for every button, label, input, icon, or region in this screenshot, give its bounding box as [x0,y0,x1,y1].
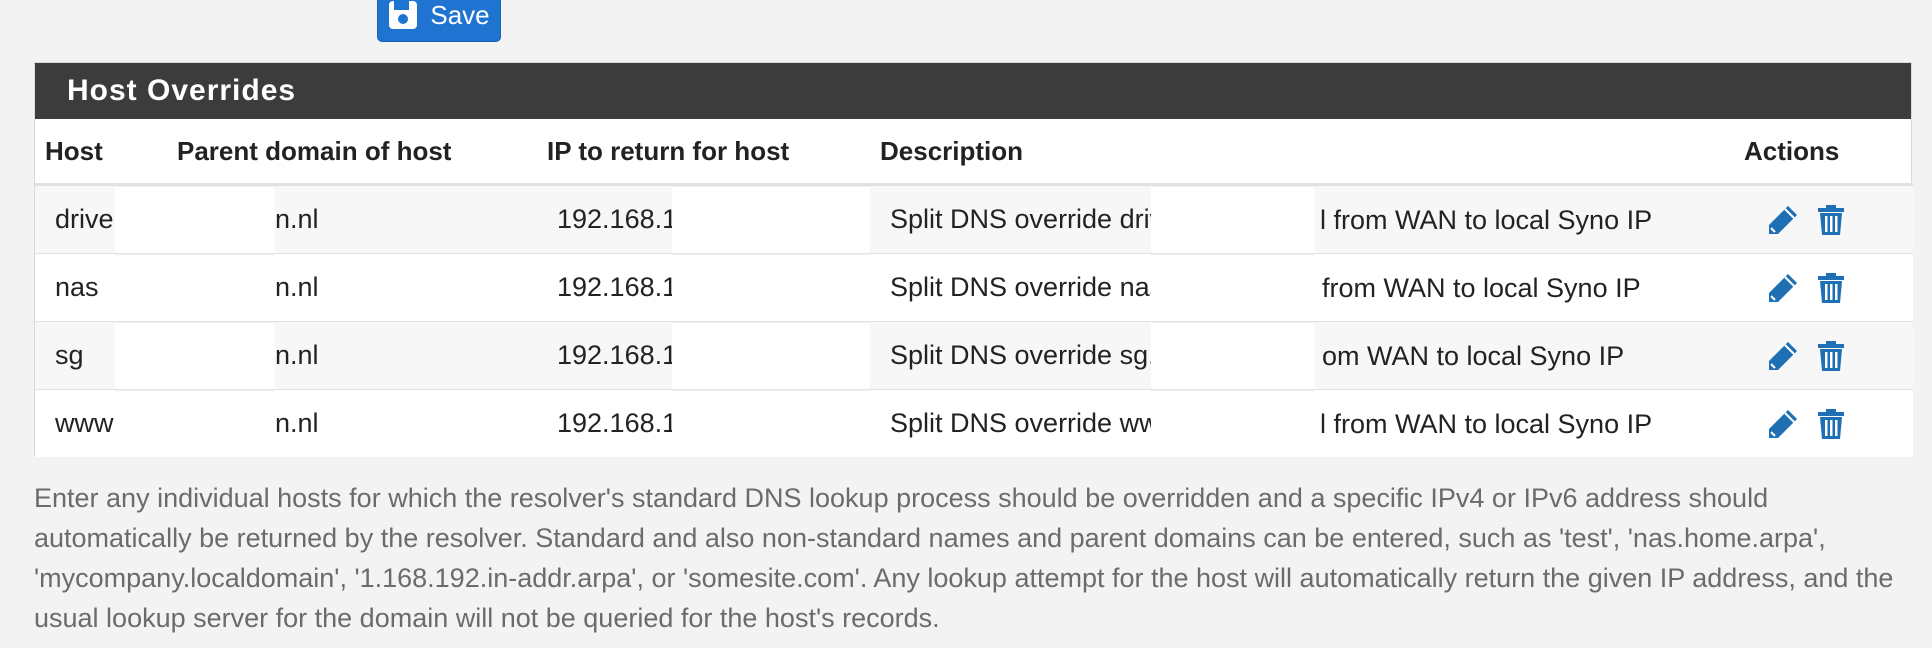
description-start: Split DNS override driv [890,204,1164,234]
table-row: nas n.nl 192.168.1 Split DNS override na… [35,253,1913,322]
column-header-domain: Parent domain of host [167,119,537,186]
actions-cell [1744,184,1913,254]
redaction-box [1151,254,1315,321]
description-start: Split DNS override sg. [890,340,1156,370]
redaction-box [167,390,275,457]
table-row: sg n.nl 192.168.1 Split DNS override sg.… [35,321,1913,390]
help-text: Enter any individual hosts for which the… [34,483,1894,633]
pencil-icon[interactable] [1766,407,1800,441]
ip-cell: 192.168.1 [537,184,870,254]
description-start: Split DNS override nas [890,272,1164,302]
host-value: drive [55,204,114,234]
host-value: www [55,408,114,438]
save-button-label: Save [430,0,490,30]
description-cell: Split DNS override ww l from WAN to loca… [870,389,1744,457]
redaction-box [167,254,275,321]
trash-icon[interactable] [1814,271,1848,305]
host-overrides-panel: Host Overrides Host Parent domain of hos… [34,62,1913,457]
ip-cell: 192.168.1 [537,321,870,390]
actions-cell [1744,253,1913,322]
redaction-box [672,390,870,457]
description-cell: Split DNS override driv l from WAN to lo… [870,184,1744,254]
host-value: nas [55,272,99,302]
description-cell: Split DNS override sg. om WAN to local S… [870,321,1744,390]
host-cell: drive [35,184,167,254]
domain-cell: n.nl [167,184,537,254]
redaction-box [115,186,167,253]
redaction-box [672,186,870,253]
pencil-icon[interactable] [1766,271,1800,305]
redaction-box [167,322,275,389]
description-end: om WAN to local Syno IP [1322,341,1625,371]
table-header-row: Host Parent domain of host IP to return … [35,119,1913,186]
trash-icon[interactable] [1814,407,1848,441]
host-cell: sg [35,321,167,390]
column-header-host: Host [35,119,167,186]
description-end: l from WAN to local Syno IP [1320,409,1653,439]
floppy-disk-icon [389,1,418,29]
domain-value: n.nl [275,272,319,302]
host-cell: www [35,389,167,457]
actions-cell [1744,389,1913,457]
actions-cell [1744,321,1913,390]
ip-value: 192.168.1 [557,204,678,234]
redaction-box [115,322,167,389]
trash-icon[interactable] [1814,203,1848,237]
domain-value: n.nl [275,204,319,234]
description-cell: Split DNS override nas from WAN to local… [870,253,1744,322]
description-end: from WAN to local Syno IP [1322,273,1641,303]
column-header-ip: IP to return for host [537,119,870,186]
redaction-box [1151,186,1315,253]
redaction-box [1151,322,1315,389]
redaction-box [672,322,870,389]
redaction-box [115,390,167,457]
host-overrides-table: Host Parent domain of host IP to return … [35,119,1913,457]
column-header-description: Description [870,119,1744,186]
ip-value: 192.168.1 [557,340,678,370]
redaction-box [115,254,167,321]
domain-cell: n.nl [167,389,537,457]
redaction-box [1151,390,1315,457]
ip-value: 192.168.1 [557,408,678,438]
domain-cell: n.nl [167,253,537,322]
save-button[interactable]: Save [377,0,501,42]
ip-cell: 192.168.1 [537,253,870,322]
redaction-box [672,254,870,321]
trash-icon[interactable] [1814,339,1848,373]
column-header-actions: Actions [1744,119,1913,186]
description-end: l from WAN to local Syno IP [1320,205,1653,235]
host-cell: nas [35,253,167,322]
redaction-box [167,186,275,253]
panel-title: Host Overrides [35,63,1911,119]
description-start: Split DNS override ww [890,408,1159,438]
ip-value: 192.168.1 [557,272,678,302]
ip-cell: 192.168.1 [537,389,870,457]
pencil-icon[interactable] [1766,339,1800,373]
domain-value: n.nl [275,340,319,370]
domain-value: n.nl [275,408,319,438]
table-row: www n.nl 192.168.1 Split DNS override ww… [35,389,1913,457]
table-row: drive n.nl 192.168.1 Split DNS override … [35,184,1913,254]
host-value: sg [55,340,84,370]
domain-cell: n.nl [167,321,537,390]
pencil-icon[interactable] [1766,203,1800,237]
